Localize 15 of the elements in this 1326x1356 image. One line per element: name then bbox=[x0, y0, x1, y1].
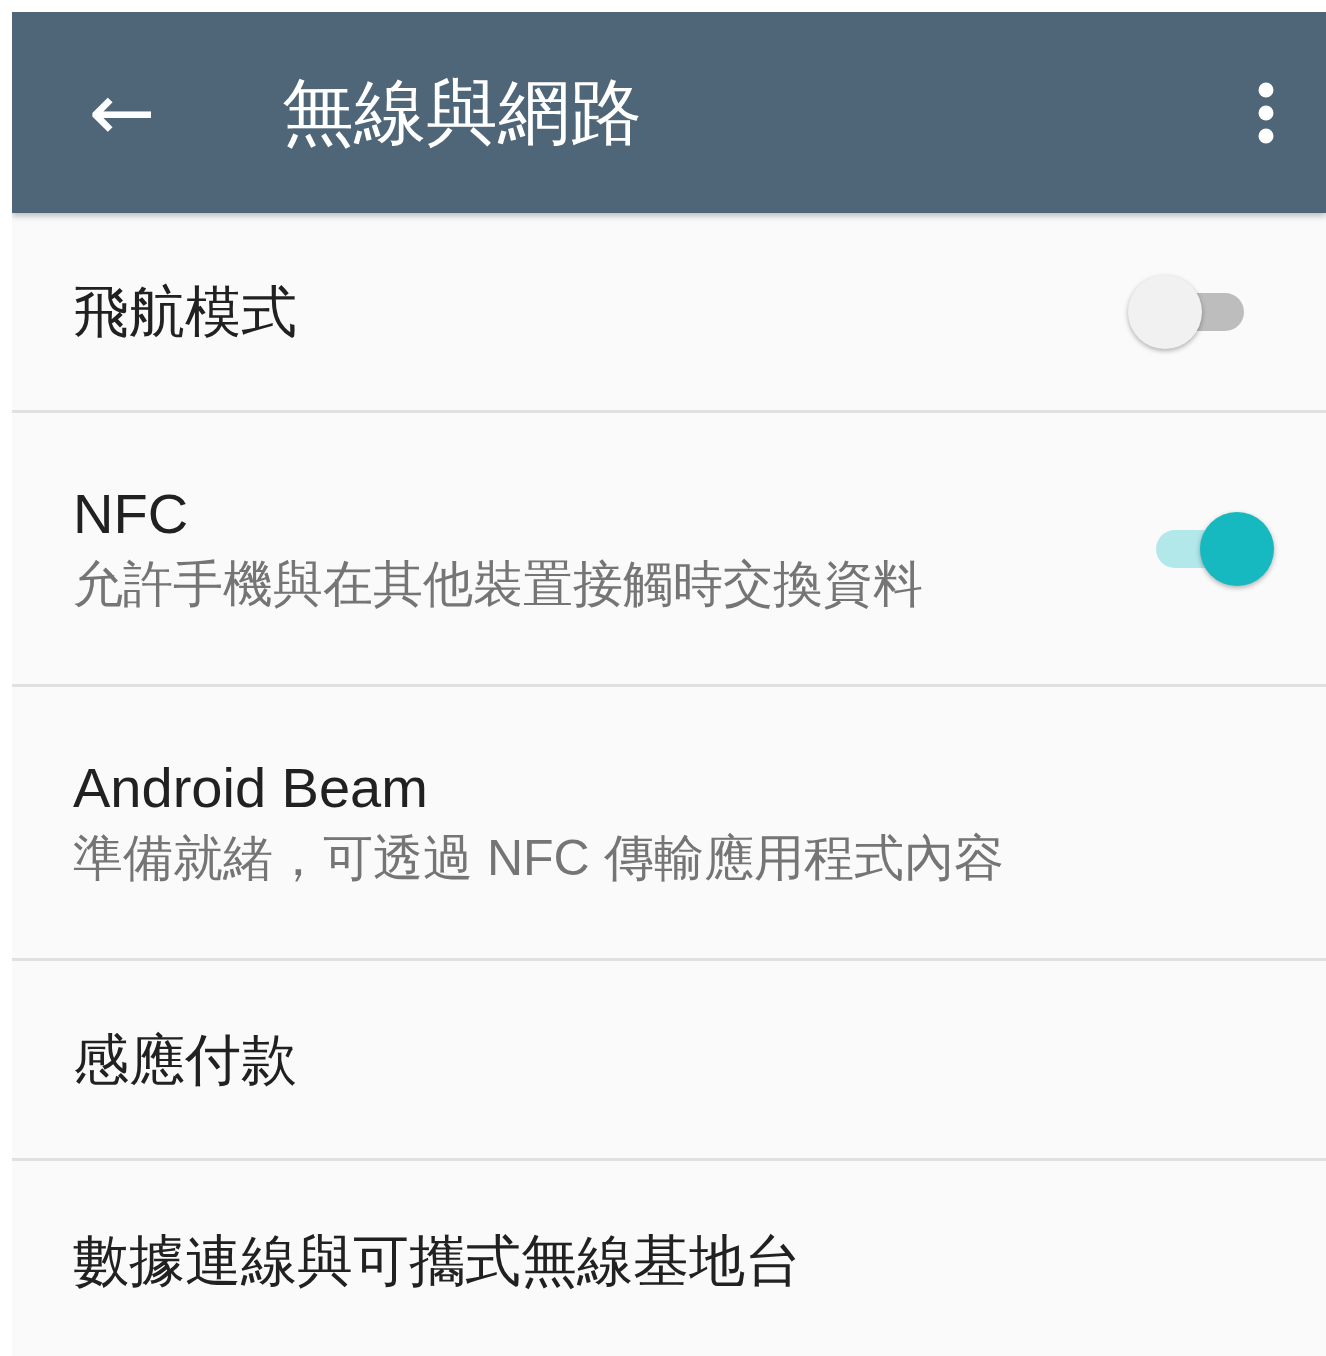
settings-item[interactable]: NFC 允許手機與在其他裝置接觸時交換資料 bbox=[12, 413, 1326, 687]
item-summary: 準備就緒，可透過 NFC 傳輸應用程式內容 bbox=[73, 828, 1005, 888]
item-title: NFC bbox=[73, 480, 190, 547]
more-options-icon[interactable] bbox=[1258, 81, 1274, 144]
settings-item[interactable]: Android Beam 準備就緒，可透過 NFC 傳輸應用程式內容 bbox=[12, 687, 1326, 961]
back-button[interactable]: ← bbox=[82, 72, 162, 153]
settings-item[interactable]: 感應付款 bbox=[12, 961, 1326, 1161]
item-title: 數據連線與可攜式無線基地台 bbox=[73, 1228, 802, 1294]
item-summary: 允許手機與在其他裝置接觸時交換資料 bbox=[73, 554, 924, 614]
item-title: Android Beam bbox=[73, 754, 429, 821]
item-title: 飛航模式 bbox=[73, 278, 298, 345]
screen-title: 無線與網路 bbox=[282, 70, 643, 154]
settings-item[interactable]: 數據連線與可攜式無線基地台 bbox=[12, 1161, 1326, 1356]
item-title: 感應付款 bbox=[73, 1026, 298, 1093]
settings-item[interactable]: 飛航模式 bbox=[12, 213, 1326, 413]
